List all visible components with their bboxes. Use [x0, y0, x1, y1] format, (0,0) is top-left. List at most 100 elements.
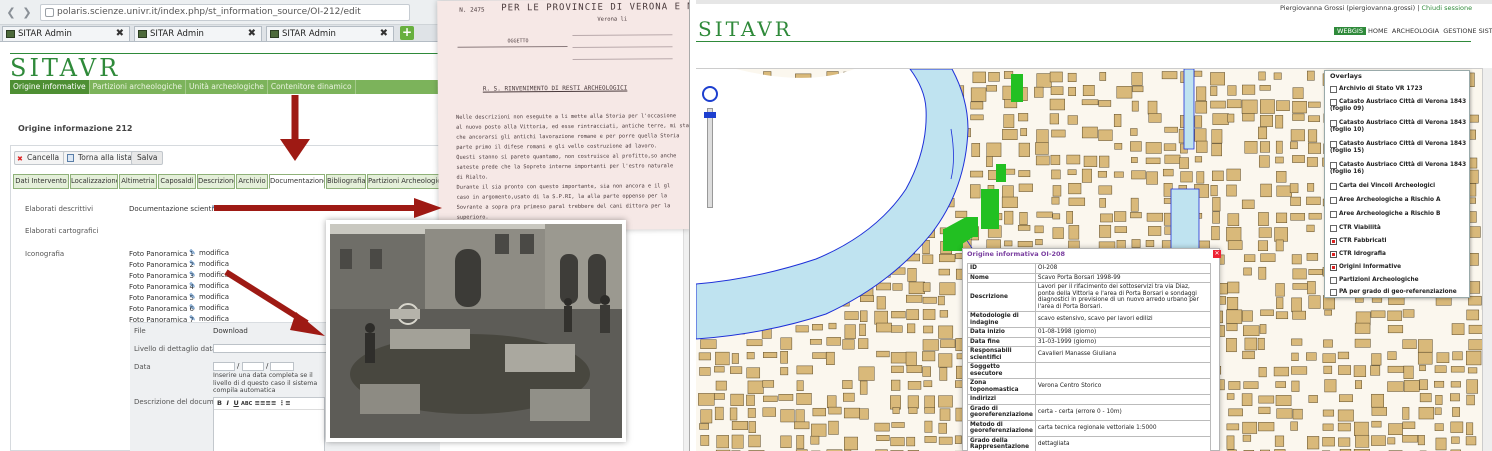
logout-link[interactable]: Chiudi sessione [1421, 4, 1472, 12]
checkbox[interactable] [1330, 211, 1337, 218]
tab-altimetria[interactable]: Altimetria [119, 174, 157, 189]
back-to-list-button[interactable]: Torna alla lista [63, 151, 138, 165]
checkbox[interactable] [1330, 183, 1337, 190]
tab-archivio[interactable]: Archivio [236, 174, 268, 189]
tab-dati-intervento[interactable]: Dati Intervento [13, 174, 69, 189]
italic-icon[interactable]: I [227, 399, 229, 407]
edit-pencil-icon[interactable]: ✎ [189, 303, 196, 312]
pan-control-icon[interactable] [702, 86, 718, 102]
building-block [1403, 365, 1414, 379]
checkbox-checked[interactable] [1330, 264, 1337, 271]
overlay-item[interactable]: Partizioni Archeologiche [1330, 277, 1419, 284]
checkbox-checked[interactable] [1330, 238, 1337, 245]
menu-contenitore[interactable]: Contenitore dinamico [268, 80, 356, 94]
overlay-item[interactable]: CTR Fabbricati [1330, 238, 1386, 245]
edit-pencil-icon[interactable]: ✎ [189, 281, 196, 290]
tab-bibliografia[interactable]: Bibliografia [326, 174, 366, 189]
close-tab-icon[interactable]: ✖ [248, 27, 256, 41]
tab-sitar-admin-2[interactable]: SITAR Admin ✖ [134, 26, 262, 41]
zoom-slider[interactable] [707, 108, 713, 208]
checkbox[interactable] [1330, 197, 1337, 204]
modifica-link[interactable]: modifica [199, 260, 229, 268]
overlay-item[interactable]: Origini Informative [1330, 264, 1401, 271]
building-block [1259, 85, 1271, 91]
tab-descrizione[interactable]: Descrizione [197, 174, 235, 189]
checkbox[interactable] [1330, 277, 1337, 284]
description-editor[interactable]: B I U ABC ≡≡≡≡ ⋮≡ [213, 397, 325, 451]
forward-arrow-icon[interactable]: ❯ [20, 6, 34, 20]
tab-sitar-admin-3[interactable]: SITAR Admin ✖ [266, 26, 394, 41]
save-button[interactable]: Salva [131, 151, 164, 165]
close-tab-icon[interactable]: ✖ [380, 27, 388, 41]
close-tab-icon[interactable]: ✖ [116, 27, 124, 41]
close-icon[interactable]: ✕ [1213, 250, 1221, 258]
tab-localizzazione[interactable]: Localizzazione [70, 174, 118, 189]
edit-pencil-icon[interactable]: ✎ [189, 270, 196, 279]
building-block [1450, 366, 1465, 373]
overlay-item[interactable]: Carta dei Vincoli Archeologici [1330, 183, 1435, 190]
nav-home[interactable]: HOME [1368, 27, 1388, 35]
checkbox-checked[interactable] [1330, 251, 1337, 258]
building-block [1035, 155, 1050, 166]
checkbox[interactable] [1330, 86, 1337, 93]
strike-icon[interactable]: ABC [241, 401, 252, 407]
building-block [1131, 100, 1139, 112]
tab-documentazione[interactable]: Documentazione [269, 174, 325, 189]
back-arrow-icon[interactable]: ❮ [4, 6, 18, 20]
checkbox[interactable] [1330, 289, 1337, 296]
nav-gestione-sistema[interactable]: GESTIONE SISTEMA [1443, 27, 1492, 35]
overlay-item[interactable]: Archivio di Stato VR 1723 [1330, 86, 1423, 93]
day-select[interactable] [213, 362, 235, 371]
edit-pencil-icon[interactable]: ✎ [189, 259, 196, 268]
tab-sitar-admin-1[interactable]: SITAR Admin ✖ [2, 26, 130, 41]
tab-caposaldi[interactable]: Caposaldi [158, 174, 196, 189]
overlay-item[interactable]: Catasto Austriaco Città di Verona 1843 (… [1330, 162, 1470, 176]
menu-unita[interactable]: Unità archeologiche [186, 80, 268, 94]
underline-icon[interactable]: U [233, 399, 238, 407]
overlay-item[interactable]: Catasto Austriaco Città di Verona 1843 (… [1330, 99, 1470, 113]
building-block [1292, 87, 1304, 99]
livello-input[interactable] [213, 344, 333, 353]
checkbox[interactable] [1330, 99, 1337, 106]
building-block [1291, 366, 1308, 375]
month-select[interactable] [242, 362, 264, 371]
popup-field-value: Lavori per il rifacimento dei sottoservi… [1034, 282, 1212, 312]
list-icon[interactable]: ⋮≡ [279, 399, 291, 407]
checkbox[interactable] [1330, 225, 1337, 232]
building-block [1227, 213, 1240, 227]
nav-archeologia[interactable]: ARCHEOLOGIA [1392, 27, 1439, 35]
tab-partizioni-archeologiche[interactable]: Partizioni Archeologiche [367, 174, 443, 189]
overlay-item[interactable]: CTR Viabilità [1330, 225, 1381, 232]
checkbox[interactable] [1330, 141, 1337, 148]
edit-pencil-icon[interactable]: ✎ [189, 248, 196, 257]
justify-icon[interactable]: ≡ [271, 399, 276, 407]
modifica-link[interactable]: modifica [199, 249, 229, 257]
building-block [1242, 421, 1258, 434]
building-block [907, 268, 917, 282]
building-block [1052, 185, 1062, 197]
building-block [730, 393, 744, 406]
new-tab-button[interactable]: + [400, 26, 414, 40]
building-block [1417, 339, 1433, 353]
edit-pencil-icon[interactable]: ✎ [189, 292, 196, 301]
menu-origine-informative[interactable]: Origine informative [10, 80, 90, 94]
overlay-item[interactable]: Aree Archeologiche a Rischio A [1330, 197, 1441, 204]
building-block [1353, 365, 1367, 377]
year-select[interactable] [270, 362, 294, 371]
overlay-item[interactable]: CTR Idrografia [1330, 251, 1386, 258]
menu-partizioni[interactable]: Partizioni archeologiche [90, 80, 186, 94]
bold-icon[interactable]: B [217, 399, 222, 407]
overlay-item[interactable]: PA per grado di geo-referenziazione [1330, 289, 1457, 296]
building-block [922, 309, 936, 320]
overlay-item[interactable]: Catasto Austriaco Città di Verona 1843 (… [1330, 141, 1470, 155]
url-input[interactable]: polaris.scienze.univr.it/index.php/st_in… [40, 4, 410, 21]
building-block [1291, 254, 1302, 265]
checkbox[interactable] [1330, 120, 1337, 127]
overlay-item[interactable]: Catasto Austriaco Città di Verona 1843 (… [1330, 120, 1470, 134]
checkbox[interactable] [1330, 162, 1337, 169]
cancel-button[interactable]: ✖ Cancella [14, 151, 66, 165]
overlay-item[interactable]: Aree Archeologiche a Rischio B [1330, 211, 1440, 218]
nav-webgis[interactable]: WEBGIS [1334, 27, 1366, 35]
zoom-handle-icon[interactable] [704, 112, 716, 118]
right-scrollbar[interactable] [1482, 68, 1492, 451]
